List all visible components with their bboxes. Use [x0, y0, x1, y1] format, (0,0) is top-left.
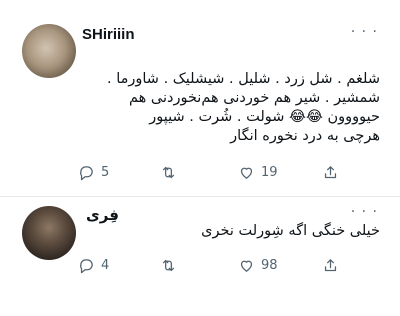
author-name[interactable]: فِری	[86, 206, 119, 224]
retweet-icon	[162, 259, 175, 272]
share-icon	[324, 259, 337, 272]
share-button[interactable]	[322, 257, 339, 274]
heart-icon	[240, 260, 253, 272]
reply-icon	[80, 259, 93, 274]
tweet-2: فِری · · · خیلی خنگی اگه شِورلت نخری 4 9…	[0, 0, 400, 316]
more-options-icon[interactable]: · · ·	[351, 204, 378, 220]
like-count: 98	[261, 258, 278, 273]
reply-count: 4	[101, 258, 110, 273]
tweet-text: خیلی خنگی اگه شِورلت نخری	[201, 222, 380, 241]
like-button[interactable]: 98	[238, 257, 278, 274]
avatar[interactable]	[22, 206, 76, 260]
tweet-line: خیلی خنگی اگه شِورلت نخری	[201, 223, 380, 239]
reply-button[interactable]: 4	[78, 257, 109, 274]
retweet-button[interactable]	[160, 257, 177, 274]
